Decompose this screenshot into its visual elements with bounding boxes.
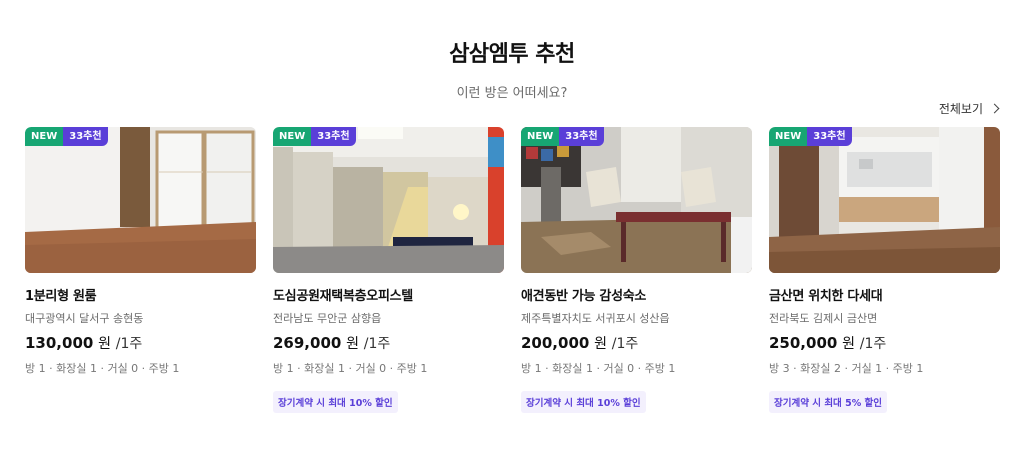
- price-currency: 원: [98, 336, 111, 352]
- price-currency: 원: [842, 336, 855, 352]
- listing-name[interactable]: 애견동반 가능 감성숙소: [521, 285, 752, 304]
- listing-address: 제주특별자치도 서귀포시 성산읍: [521, 312, 670, 325]
- listing-photo[interactable]: NEW 33추천: [521, 127, 752, 273]
- price-amount: 269,000: [273, 334, 342, 352]
- listing-cards: NEW 33추천 1분리형 원룸 대구광역시 달서구 송현동 130,000 원…: [25, 127, 1000, 413]
- price-period: /1주: [115, 336, 143, 352]
- listing-photo[interactable]: NEW 33추천: [25, 127, 256, 273]
- new-badge: NEW: [25, 127, 64, 146]
- view-all-label: 전체보기: [938, 102, 983, 116]
- new-badge: NEW: [521, 127, 560, 146]
- section-subtitle: 이런 방은 어떠세요?: [456, 86, 568, 101]
- listing-price: 130,000 원 /1주: [25, 333, 256, 353]
- listing-price: 250,000 원 /1주: [769, 333, 1000, 353]
- discount-tag: 장기계약 시 최대 10% 할인: [273, 391, 398, 413]
- new-badge: NEW: [769, 127, 808, 146]
- listing-name[interactable]: 1분리형 원룸: [25, 285, 256, 304]
- view-all-link[interactable]: 전체보기: [938, 100, 1000, 117]
- listing-card[interactable]: NEW 33추천 애견동반 가능 감성숙소 제주특별자치도 서귀포시 성산읍 2…: [521, 127, 752, 413]
- room-photo-image: [273, 127, 504, 273]
- price-amount: 130,000: [25, 334, 94, 352]
- listing-address: 전라남도 무안군 삼향읍: [273, 312, 382, 325]
- room-photo-image: [25, 127, 256, 273]
- price-currency: 원: [346, 336, 359, 352]
- discount-tag: 장기계약 시 최대 10% 할인: [521, 391, 646, 413]
- price-amount: 250,000: [769, 334, 838, 352]
- badge-group: NEW 33추천: [769, 127, 852, 146]
- listing-card[interactable]: NEW 33추천 금산면 위치한 다세대 전라북도 김제시 금산면 250,00…: [769, 127, 1000, 413]
- price-period: /1주: [859, 336, 887, 352]
- badge-group: NEW 33추천: [521, 127, 604, 146]
- price-period: /1주: [363, 336, 391, 352]
- listing-rooms: 방 1 · 화장실 1 · 거실 0 · 주방 1: [521, 362, 676, 375]
- recommend-badge: 33추천: [559, 127, 604, 146]
- listing-rooms: 방 1 · 화장실 1 · 거실 0 · 주방 1: [273, 362, 428, 375]
- listing-price: 269,000 원 /1주: [273, 333, 504, 353]
- listing-price: 200,000 원 /1주: [521, 333, 752, 353]
- listing-name[interactable]: 금산면 위치한 다세대: [769, 285, 1000, 304]
- chevron-right-icon: [989, 103, 1000, 114]
- listing-photo[interactable]: NEW 33추천: [273, 127, 504, 273]
- price-period: /1주: [611, 336, 639, 352]
- listing-name[interactable]: 도심공원재택복층오피스텔: [273, 285, 504, 304]
- price-amount: 200,000: [521, 334, 590, 352]
- recommend-badge: 33추천: [311, 127, 356, 146]
- discount-tag: 장기계약 시 최대 5% 할인: [769, 391, 888, 413]
- listing-address: 대구광역시 달서구 송현동: [25, 312, 144, 325]
- price-currency: 원: [594, 336, 607, 352]
- section-header: 삼삼엠투 추천 이런 방은 어떠세요?: [0, 36, 1024, 101]
- listing-rooms: 방 1 · 화장실 1 · 거실 0 · 주방 1: [25, 362, 180, 375]
- recommend-badge: 33추천: [807, 127, 852, 146]
- listing-card[interactable]: NEW 33추천 1분리형 원룸 대구광역시 달서구 송현동 130,000 원…: [25, 127, 256, 413]
- new-badge: NEW: [273, 127, 312, 146]
- section-title: 삼삼엠투 추천: [449, 42, 575, 67]
- badge-group: NEW 33추천: [273, 127, 356, 146]
- listing-rooms: 방 3 · 화장실 2 · 거실 1 · 주방 1: [769, 362, 924, 375]
- room-photo-image: [521, 127, 752, 273]
- listing-address: 전라북도 김제시 금산면: [769, 312, 878, 325]
- badge-group: NEW 33추천: [25, 127, 108, 146]
- room-photo-image: [769, 127, 1000, 273]
- recommend-badge: 33추천: [63, 127, 108, 146]
- listing-photo[interactable]: NEW 33추천: [769, 127, 1000, 273]
- listing-card[interactable]: NEW 33추천 도심공원재택복층오피스텔 전라남도 무안군 삼향읍 269,0…: [273, 127, 504, 413]
